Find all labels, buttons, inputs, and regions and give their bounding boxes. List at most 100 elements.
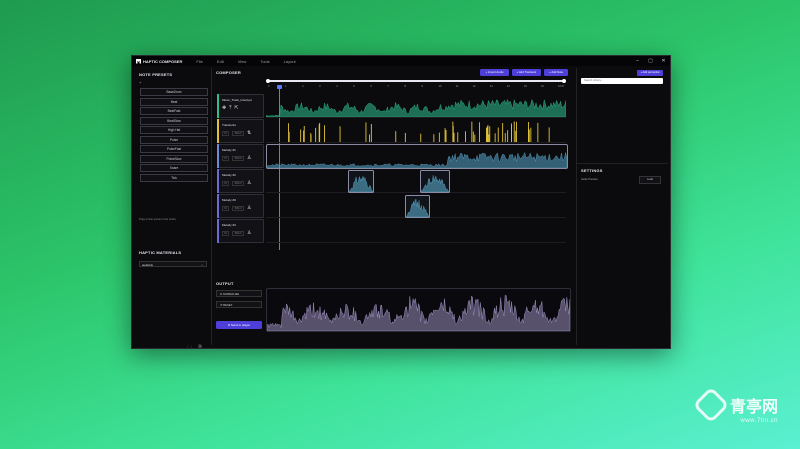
playhead-handle[interactable] xyxy=(277,85,282,89)
zoom-end-handle[interactable] xyxy=(562,78,566,83)
waveform-path xyxy=(267,151,567,168)
move-icon[interactable]: ✥ xyxy=(222,106,226,111)
transient-marker xyxy=(445,130,447,142)
ruler-tick: 16.67 xyxy=(558,85,565,88)
maximize-icon[interactable]: ▢ xyxy=(644,56,657,66)
track-lane[interactable] xyxy=(266,219,566,243)
minimize-icon[interactable]: – xyxy=(631,56,644,66)
track-header[interactable]: Melody #4 M SOLO ♙ xyxy=(217,219,264,243)
track-lane[interactable] xyxy=(266,169,566,193)
transient-marker xyxy=(528,129,530,142)
melody-clip[interactable] xyxy=(348,170,374,193)
output-title: OUTPUT xyxy=(216,281,234,286)
track-header[interactable]: Melody #3 M SOLO ♙ xyxy=(217,194,264,218)
person-icon[interactable]: ♙ xyxy=(247,156,251,161)
add-preset-icon[interactable]: + xyxy=(139,80,141,85)
ruler-tick: 10 xyxy=(438,85,442,88)
app-title-text: HAPTIC COMPOSER xyxy=(143,58,183,64)
preset-bassdrum[interactable]: BassDrum xyxy=(140,88,208,96)
transient-marker xyxy=(487,125,489,142)
titlebar: HAPTIC COMPOSER File Edit View Tools Lay… xyxy=(132,56,670,66)
person-icon[interactable]: ♙ xyxy=(247,231,251,236)
preset-beatslow[interactable]: BeatSlow xyxy=(140,116,208,125)
settings-section: SETTINGS Audio Preview Load xyxy=(577,163,668,184)
track-controls: M SOLO ⇅ xyxy=(222,131,251,136)
setting-load-button[interactable]: Load xyxy=(639,176,661,184)
transient-marker xyxy=(444,128,446,142)
transient-marker xyxy=(288,131,290,142)
menu-layout[interactable]: Layout xyxy=(284,59,296,64)
track-lane-selected[interactable] xyxy=(266,144,568,169)
mute-button[interactable]: M xyxy=(222,206,230,211)
preset-tick[interactable]: Tick xyxy=(140,173,208,182)
preset-highhat[interactable]: High Hat xyxy=(140,126,208,134)
add-transient-button[interactable]: + Add Transient xyxy=(511,69,542,76)
send-to-player-button[interactable]: ⧉ Send to player xyxy=(216,321,262,329)
track-header[interactable]: Music_Track_Interrupt ✥ ⤒ ⇱ xyxy=(217,94,264,118)
transient-marker xyxy=(471,121,473,142)
transient-icon[interactable]: ⇅ xyxy=(247,131,251,136)
transient-marker xyxy=(310,134,312,142)
mute-button[interactable]: M xyxy=(222,131,230,136)
track-header[interactable]: Transients M SOLO ⇅ xyxy=(217,119,264,143)
pin-icon[interactable]: ⤒ xyxy=(229,106,231,111)
transient-marker xyxy=(452,126,454,142)
ruler-tick: 13 xyxy=(489,85,493,88)
import-audio-button[interactable]: + Import Audio xyxy=(480,69,509,76)
transient-marker xyxy=(369,134,370,142)
track-transients: Transients M SOLO ⇅ xyxy=(216,119,572,143)
close-icon[interactable]: ✕ xyxy=(657,56,670,66)
menu-file[interactable]: File xyxy=(196,59,202,64)
track-header[interactable]: Melody #2 M SOLO ♙ xyxy=(217,169,264,193)
clear-icon[interactable]: × xyxy=(201,262,203,268)
person-icon[interactable]: ♙ xyxy=(247,181,251,186)
preset-snare[interactable]: Snare xyxy=(140,164,208,172)
document-icon[interactable]: 🗎 xyxy=(198,345,202,348)
menu-view[interactable]: View xyxy=(238,59,247,64)
melody-clip[interactable] xyxy=(420,170,450,193)
ruler-tick: 1 xyxy=(285,85,287,88)
transient-markers xyxy=(288,121,550,142)
timeline-zoom-slider[interactable] xyxy=(266,78,566,83)
normalize-label: NORMALIZE xyxy=(222,292,240,296)
ruler-tick: 7 xyxy=(387,85,389,88)
track-lane[interactable] xyxy=(266,194,566,218)
preset-hint: Drag a Note preset to the tracks. xyxy=(139,218,177,221)
mute-button[interactable]: M xyxy=(222,181,230,186)
solo-button[interactable]: SOLO xyxy=(232,131,245,136)
melody-waveform xyxy=(267,151,567,168)
track-name: Melody #3 xyxy=(222,198,236,202)
track-lane[interactable] xyxy=(266,94,566,118)
track-lane[interactable] xyxy=(266,119,566,143)
cursor-icon[interactable]: ⇱ xyxy=(234,106,238,111)
add-perception-button[interactable]: + Add perception xyxy=(637,70,663,76)
reset-button[interactable]: ↺ RESET xyxy=(216,301,262,308)
person-icon[interactable]: ♙ xyxy=(247,206,251,211)
waveform-path xyxy=(349,176,373,192)
material-field[interactable]: audioNo × xyxy=(139,261,207,267)
mute-button[interactable]: M xyxy=(222,156,230,161)
melody-clip[interactable] xyxy=(405,195,430,218)
add-note-button[interactable]: + Add Note xyxy=(544,69,568,76)
mute-button[interactable]: M xyxy=(222,231,230,236)
solo-button[interactable]: SOLO xyxy=(232,156,245,161)
transient-marker xyxy=(494,133,496,142)
solo-button[interactable]: SOLO xyxy=(232,181,245,186)
solo-button[interactable]: SOLO xyxy=(232,231,245,236)
preset-pulsefast[interactable]: PulseFast xyxy=(140,145,208,153)
folder-icon[interactable]: 🗀 xyxy=(187,345,192,348)
transient-marker xyxy=(315,127,317,142)
perception-search-input[interactable] xyxy=(581,78,663,84)
zoom-start-handle[interactable] xyxy=(266,78,270,83)
preset-beat[interactable]: Beat xyxy=(140,97,208,106)
preset-pulse[interactable]: Pulse xyxy=(140,135,208,144)
left-panel: NOTE PRESETS + BassDrum Beat BeatFast Be… xyxy=(135,68,212,348)
track-header[interactable]: Melody #1 M SOLO ♙ xyxy=(217,144,264,168)
menu-tools[interactable]: Tools xyxy=(260,59,269,64)
preset-beatfast[interactable]: BeatFast xyxy=(140,107,208,115)
solo-button[interactable]: SOLO xyxy=(232,206,245,211)
normalize-button[interactable]: ⧉ NORMALIZE xyxy=(216,290,262,297)
window-controls: – ▢ ✕ xyxy=(631,56,670,66)
preset-pulseslow[interactable]: PulseSlow xyxy=(140,154,208,163)
menu-edit[interactable]: Edit xyxy=(217,59,224,64)
